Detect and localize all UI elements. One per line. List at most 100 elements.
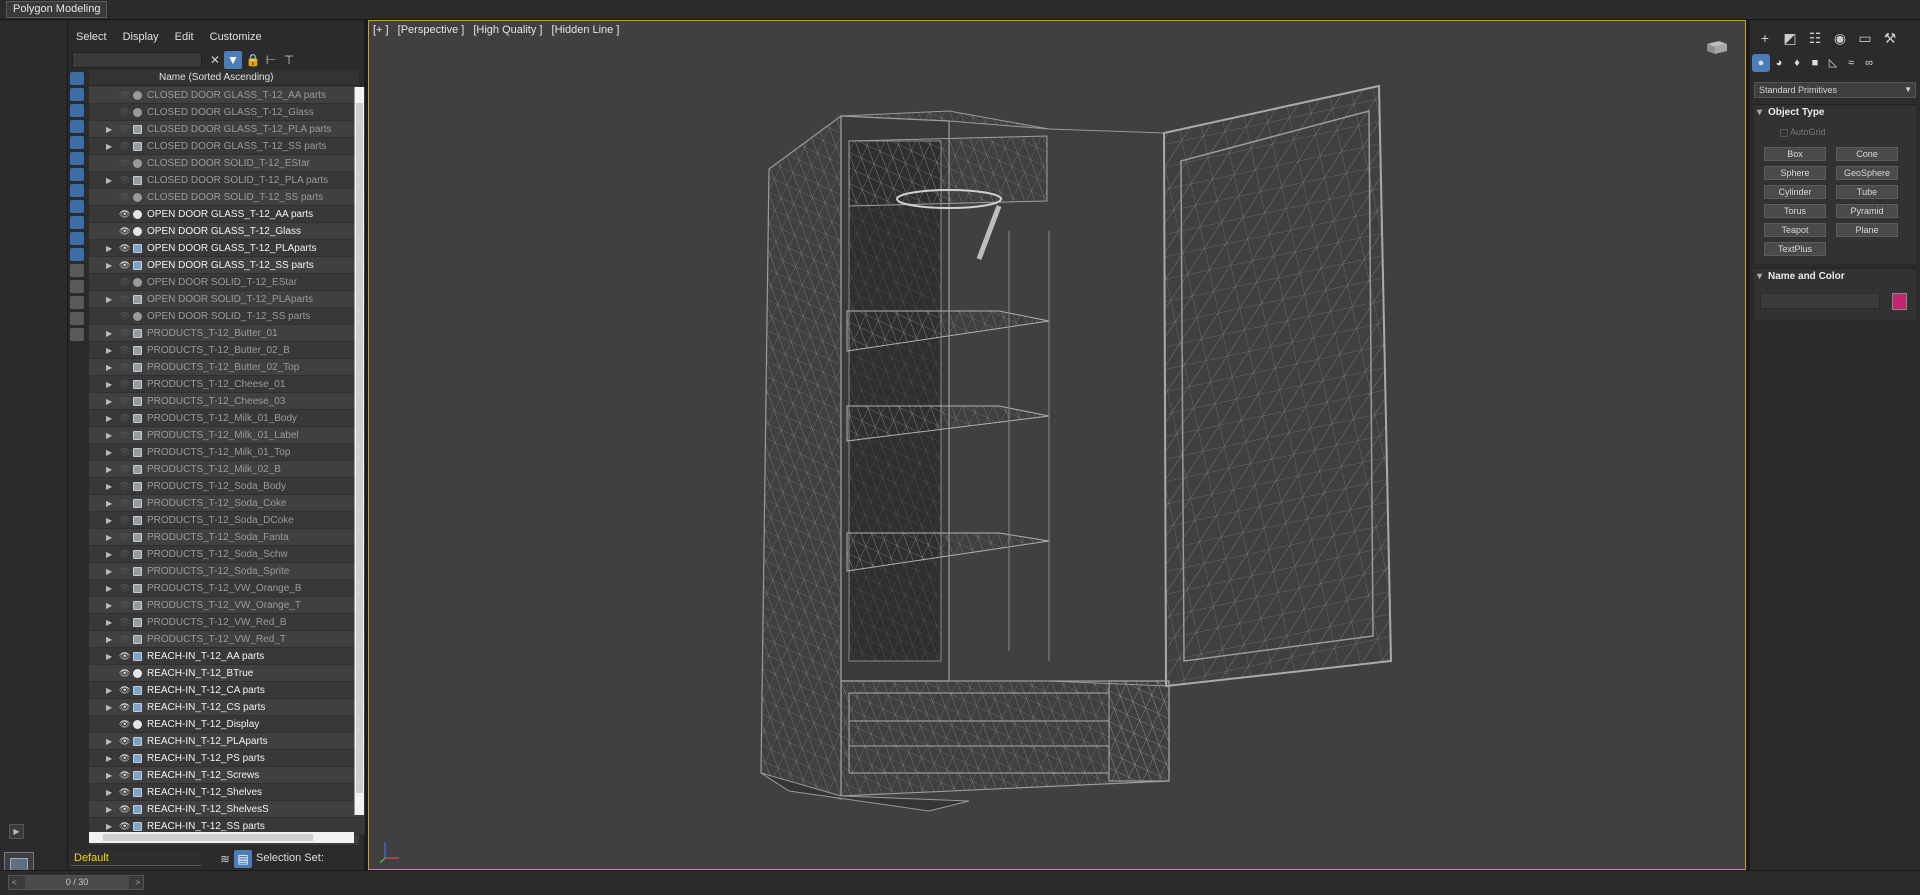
light-filter-icon[interactable] <box>70 104 84 117</box>
tube-button[interactable]: Tube <box>1836 185 1898 199</box>
slider-right-icon[interactable]: > <box>135 876 140 889</box>
list-item[interactable]: ▶ 👁 PRODUCTS_T-12_Soda_Coke <box>89 495 365 512</box>
list-item[interactable]: ▶ 👁 REACH-IN_T-12_Screws <box>89 767 365 784</box>
search-input[interactable] <box>72 52 202 68</box>
expand-arrow-icon[interactable]: ▶ <box>106 682 112 699</box>
visibility-eye-icon[interactable]: 👁 <box>119 529 130 546</box>
list-item[interactable]: ▶ 👁 REACH-IN_T-12_AA parts <box>89 648 365 665</box>
expand-arrow-icon[interactable]: ▶ <box>106 580 112 597</box>
list-item[interactable]: ▶ 👁 PRODUCTS_T-12_VW_Orange_T <box>89 597 365 614</box>
visibility-eye-icon[interactable]: 👁 <box>119 648 130 665</box>
helpers-icon[interactable]: ◺ <box>1824 54 1842 72</box>
box-button[interactable]: Box <box>1764 147 1826 161</box>
visibility-eye-icon[interactable]: 👁 <box>119 121 130 138</box>
visibility-eye-icon[interactable]: 👁 <box>119 172 130 189</box>
visibility-eye-icon[interactable]: 👁 <box>119 104 130 121</box>
modify-tab-icon[interactable]: ◩ <box>1779 28 1801 48</box>
funnel-icon[interactable] <box>70 312 84 325</box>
perspective-viewport[interactable]: [+ ] [Perspective ] [High Quality ] [Hid… <box>368 20 1746 870</box>
xref-filter-icon[interactable] <box>70 184 84 197</box>
time-slider-thumb[interactable]: 0 / 30 <box>25 876 129 889</box>
expand-arrow-icon[interactable]: ▶ <box>106 427 112 444</box>
scroll-thumb[interactable] <box>103 834 313 841</box>
list-item[interactable]: ▶ 👁 PRODUCTS_T-12_Soda_Fanta <box>89 529 365 546</box>
play-icon[interactable]: ▶ <box>9 824 24 839</box>
expand-arrow-icon[interactable]: ▶ <box>106 648 112 665</box>
list-item[interactable]: ▶ 👁 PRODUCTS_T-12_Soda_Sprite <box>89 563 365 580</box>
visibility-eye-icon[interactable]: 👁 <box>119 427 130 444</box>
systems-icon[interactable]: ∞ <box>1860 54 1878 72</box>
expand-arrow-icon[interactable]: ▶ <box>106 291 112 308</box>
visibility-eye-icon[interactable]: 👁 <box>119 682 130 699</box>
filter-icon[interactable]: ▼ <box>224 51 242 69</box>
layer-hierarchy-icon[interactable]: ⊤ <box>280 51 298 69</box>
clear-search-icon[interactable]: ✕ <box>206 51 224 69</box>
list-item[interactable]: ▶ 👁 PRODUCTS_T-12_VW_Orange_B <box>89 580 365 597</box>
visibility-eye-icon[interactable]: 👁 <box>119 733 130 750</box>
sphere-button[interactable]: Sphere <box>1764 166 1826 180</box>
list-item[interactable]: 👁 CLOSED DOOR SOLID_T-12_SS parts <box>89 189 365 206</box>
scene-explorer-icon[interactable]: ▤ <box>234 850 252 868</box>
expand-arrow-icon[interactable]: ▶ <box>106 257 112 274</box>
list-item[interactable]: 👁 OPEN DOOR SOLID_T-12_SS parts <box>89 308 365 325</box>
plane-button[interactable]: Plane <box>1836 223 1898 237</box>
cameras-icon[interactable]: ■ <box>1806 54 1824 72</box>
list-item[interactable]: ▶ 👁 PRODUCTS_T-12_VW_Red_B <box>89 614 365 631</box>
cylinder-button[interactable]: Cylinder <box>1764 185 1826 199</box>
list-item[interactable]: 👁 OPEN DOOR GLASS_T-12_AA parts <box>89 206 365 223</box>
geosphere-button[interactable]: GeoSphere <box>1836 166 1898 180</box>
visibility-eye-icon[interactable]: 👁 <box>119 342 130 359</box>
viewport-plus-menu[interactable]: [+ ] <box>373 24 389 36</box>
list-item[interactable]: ▶ 👁 REACH-IN_T-12_Shelves <box>89 784 365 801</box>
list-item[interactable]: ▶ 👁 REACH-IN_T-12_PS parts <box>89 750 365 767</box>
textplus-button[interactable]: TextPlus <box>1764 242 1826 256</box>
list-item[interactable]: ▶ 👁 PRODUCTS_T-12_Milk_01_Body <box>89 410 365 427</box>
display-tab-icon[interactable]: ▭ <box>1854 28 1876 48</box>
list-item[interactable]: ▶ 👁 PRODUCTS_T-12_VW_Red_T <box>89 631 365 648</box>
viewcube-icon[interactable] <box>1704 39 1730 55</box>
expand-arrow-icon[interactable]: ▶ <box>106 461 112 478</box>
pyramid-button[interactable]: Pyramid <box>1836 204 1898 218</box>
list-item[interactable]: 👁 CLOSED DOOR GLASS_T-12_Glass <box>89 104 365 121</box>
visibility-eye-icon[interactable]: 👁 <box>119 614 130 631</box>
list-item[interactable]: ▶ 👁 PRODUCTS_T-12_Butter_01 <box>89 325 365 342</box>
primitive-category-dropdown[interactable]: Standard Primitives ▼ <box>1754 82 1916 98</box>
menu-display[interactable]: Display <box>115 28 167 46</box>
ribbon-tab-polygon-modeling[interactable]: Polygon Modeling <box>6 1 108 18</box>
visibility-eye-icon[interactable]: 👁 <box>119 631 130 648</box>
expand-arrow-icon[interactable]: ▶ <box>106 733 112 750</box>
motion-tab-icon[interactable]: ◉ <box>1829 28 1851 48</box>
visibility-eye-icon[interactable]: 👁 <box>119 495 130 512</box>
visibility-eye-icon[interactable]: 👁 <box>119 240 130 257</box>
expand-arrow-icon[interactable]: ▶ <box>106 138 112 155</box>
expand-arrow-icon[interactable]: ▶ <box>106 801 112 818</box>
cone-button[interactable]: Cone <box>1836 147 1898 161</box>
container-filter-icon[interactable] <box>70 216 84 229</box>
list-item[interactable]: ▶ 👁 PRODUCTS_T-12_Milk_02_B <box>89 461 365 478</box>
camera-filter-icon[interactable] <box>70 120 84 133</box>
expand-arrow-icon[interactable]: ▶ <box>106 563 112 580</box>
expand-arrow-icon[interactable]: ▶ <box>106 359 112 376</box>
expand-arrow-icon[interactable]: ▶ <box>106 393 112 410</box>
list-item[interactable]: ▶ 👁 REACH-IN_T-12_CS parts <box>89 699 365 716</box>
visibility-eye-icon[interactable]: 👁 <box>119 376 130 393</box>
spacewarp-filter-icon[interactable] <box>70 152 84 165</box>
viewport-pov-menu[interactable]: [Perspective ] <box>398 24 465 36</box>
visibility-eye-icon[interactable]: 👁 <box>119 546 130 563</box>
visibility-eye-icon[interactable]: 👁 <box>119 308 130 325</box>
helper-filter-icon[interactable] <box>70 136 84 149</box>
vertical-scrollbar[interactable] <box>354 87 364 815</box>
list-item[interactable]: ▶ 👁 OPEN DOOR GLASS_T-12_PLAparts <box>89 240 365 257</box>
invert-display-icon[interactable] <box>70 296 84 309</box>
shapes-icon[interactable]: ◕ <box>1770 54 1788 72</box>
visibility-eye-icon[interactable]: 👁 <box>119 716 130 733</box>
display-all-icon[interactable] <box>70 264 84 277</box>
expand-arrow-icon[interactable]: ▶ <box>106 699 112 716</box>
expand-arrow-icon[interactable]: ▶ <box>106 529 112 546</box>
bone-filter-icon[interactable] <box>70 200 84 213</box>
hierarchy-icon[interactable]: ⊢ <box>262 51 280 69</box>
visibility-eye-icon[interactable]: 👁 <box>119 291 130 308</box>
teapot-button[interactable]: Teapot <box>1764 223 1826 237</box>
utilities-tab-icon[interactable]: ⚒ <box>1879 28 1901 48</box>
visibility-eye-icon[interactable]: 👁 <box>119 784 130 801</box>
